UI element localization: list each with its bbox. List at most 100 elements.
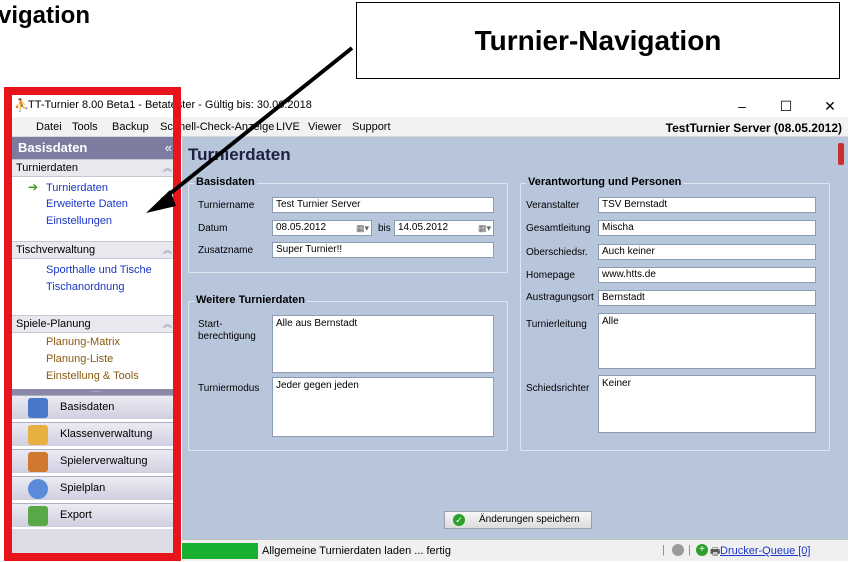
- nav-button-basisdaten[interactable]: Basisdaten: [12, 395, 180, 419]
- players-icon: [28, 452, 48, 472]
- gesamtleitung-label: Gesamtleitung: [526, 223, 591, 234]
- sidebar-item-erweiterte-daten[interactable]: Erweiterte Daten: [46, 198, 128, 210]
- save-changes-button[interactable]: ✓ Änderungen speichern: [444, 511, 592, 529]
- printer-icon: 🖶: [710, 546, 721, 558]
- window-title: TT-Turnier 8.00 Beta1 - Betatester - Gül…: [28, 99, 312, 111]
- close-button[interactable]: ✕: [812, 95, 848, 117]
- sidebar-header: Basisdaten «: [12, 137, 180, 159]
- schiedsrichter-label: Schiedsrichter: [526, 383, 590, 394]
- scroll-marker: [838, 143, 844, 165]
- sidebar-item-planung-liste[interactable]: Planung-Liste: [46, 353, 113, 365]
- menu-support[interactable]: Support: [352, 121, 391, 133]
- oberschiedsr-input[interactable]: Auch keiner: [598, 244, 816, 260]
- status-disc-icon: [672, 544, 684, 556]
- group-tischverwaltung-label: Tischverwaltung: [16, 244, 96, 256]
- page-title: Turnierdaten: [188, 145, 291, 164]
- group-verantwortung-title: Verantwortung und Personen: [526, 176, 684, 188]
- status-bar: Allgemeine Turnierdaten laden ... fertig…: [182, 539, 848, 561]
- nav-button-spielerverwaltung-label: Spielerverwaltung: [60, 455, 148, 467]
- veranstalter-label: Veranstalter: [526, 200, 580, 211]
- turnierleitung-label: Turnierleitung: [526, 319, 587, 330]
- zusatzname-input[interactable]: Super Turnier!!: [272, 242, 494, 258]
- bis-label: bis: [378, 223, 391, 234]
- nav-button-export-label: Export: [60, 509, 92, 521]
- austragungsort-label: Austragungsort: [526, 292, 594, 303]
- progress-fill: [182, 543, 258, 559]
- check-icon: ✓: [453, 514, 465, 526]
- nav-button-spielplan[interactable]: Spielplan: [12, 476, 180, 500]
- datum-von-input[interactable]: 08.05.2012 ▦▾: [272, 220, 372, 236]
- app-icon: ⛹: [14, 98, 29, 112]
- zusatzname-label: Zusatzname: [198, 245, 254, 256]
- group-spiele-planung[interactable]: Spiele-Planung ︽: [12, 315, 180, 333]
- status-separator-2: |: [688, 544, 691, 556]
- clock-icon: [28, 479, 48, 499]
- menu-viewer[interactable]: Viewer: [308, 121, 341, 133]
- sidebar-item-turnierdaten[interactable]: Turnierdaten: [46, 182, 108, 194]
- status-separator: |: [662, 544, 665, 556]
- minimize-button[interactable]: –: [724, 95, 760, 117]
- turniername-input[interactable]: Test Turnier Server: [272, 197, 494, 213]
- add-icon[interactable]: +: [696, 544, 708, 556]
- austragungsort-input[interactable]: Bernstadt: [598, 290, 816, 306]
- annotation-callout-box: Turnier-Navigation: [356, 2, 840, 79]
- homepage-label: Homepage: [526, 270, 575, 281]
- server-label: TestTurnier Server (08.05.2012): [665, 121, 842, 135]
- datum-von-value: 08.05.2012: [276, 222, 327, 233]
- datum-bis-value: 14.05.2012: [398, 222, 449, 233]
- status-text: Allgemeine Turnierdaten laden ... fertig: [262, 545, 451, 557]
- group-weitere-title: Weitere Turnierdaten: [194, 294, 308, 306]
- menu-datei[interactable]: Datei: [36, 121, 62, 133]
- nav-button-klassenverwaltung-label: Klassenverwaltung: [60, 428, 153, 440]
- gesamtleitung-input[interactable]: Mischa: [598, 220, 816, 236]
- export-icon: [28, 506, 48, 526]
- sidebar-item-planung-matrix[interactable]: Planung-Matrix: [46, 336, 120, 348]
- menu-live[interactable]: LIVE: [276, 121, 300, 133]
- sidebar-item-einstellungen[interactable]: Einstellungen: [46, 215, 112, 227]
- chevron-up-icon[interactable]: ︽: [163, 317, 172, 330]
- group-turnierdaten-label: Turnierdaten: [16, 162, 78, 174]
- startberechtigung-label-1: Start-: [198, 319, 223, 330]
- sidebar-footer: [12, 529, 180, 561]
- turniermodus-textarea[interactable]: Jeder gegen jeden: [272, 377, 494, 437]
- group-turnierdaten[interactable]: Turnierdaten ︽: [12, 159, 180, 177]
- main-panel: Turnierdaten Basisdaten Turniername Test…: [182, 137, 848, 539]
- menu-tools[interactable]: Tools: [72, 121, 98, 133]
- group-spiele-planung-label: Spiele-Planung: [16, 318, 91, 330]
- menu-bar: Datei Tools Backup Schnell-Check-Anzeige…: [12, 117, 848, 137]
- menu-schnell-check[interactable]: Schnell-Check-Anzeige: [160, 121, 274, 133]
- sidebar-header-label: Basisdaten: [18, 140, 88, 155]
- group-tischverwaltung[interactable]: Tischverwaltung ︽: [12, 241, 180, 259]
- schiedsrichter-textarea[interactable]: Keiner: [598, 375, 816, 433]
- annotation-heading-fragment: vigation: [0, 2, 91, 29]
- turniername-label: Turniername: [198, 200, 255, 211]
- collapse-sidebar-icon[interactable]: «: [165, 140, 172, 155]
- chevron-up-icon[interactable]: ︽: [163, 243, 172, 256]
- sidebar-item-einstellung-tools[interactable]: Einstellung & Tools: [46, 370, 139, 382]
- veranstalter-input[interactable]: TSV Bernstadt: [598, 197, 816, 213]
- sidebar-item-tischanordnung[interactable]: Tischanordnung: [46, 281, 124, 293]
- chevron-up-icon[interactable]: ︽: [163, 161, 172, 174]
- nav-button-klassenverwaltung[interactable]: Klassenverwaltung: [12, 422, 180, 446]
- datum-bis-input[interactable]: 14.05.2012 ▦▾: [394, 220, 494, 236]
- maximize-button[interactable]: ☐: [768, 95, 804, 117]
- nav-button-basisdaten-label: Basisdaten: [60, 401, 115, 413]
- calendar-dropdown-icon[interactable]: ▦▾: [356, 222, 369, 234]
- selected-arrow-icon: ➔: [28, 180, 39, 194]
- oberschiedsr-label: Oberschiedsr.: [526, 247, 588, 258]
- datum-label: Datum: [198, 223, 228, 234]
- turniermodus-label: Turniermodus: [198, 383, 260, 394]
- sidebar: Basisdaten « Turnierdaten ︽ ➔ Turnierdat…: [12, 137, 180, 561]
- title-bar: ⛹ TT-Turnier 8.00 Beta1 - Betatester - G…: [12, 95, 848, 117]
- nav-button-spielplan-label: Spielplan: [60, 482, 106, 494]
- nav-button-export[interactable]: Export: [12, 503, 180, 527]
- sidebar-item-sporthalle[interactable]: Sporthalle und Tische: [46, 264, 152, 276]
- turnierleitung-textarea[interactable]: Alle: [598, 313, 816, 369]
- calendar-dropdown-icon[interactable]: ▦▾: [478, 222, 491, 234]
- printer-queue-link[interactable]: Drucker-Queue [0]: [720, 545, 810, 557]
- progress-bar: [182, 543, 258, 559]
- nav-button-spielerverwaltung[interactable]: Spielerverwaltung: [12, 449, 180, 473]
- homepage-input[interactable]: www.htts.de: [598, 267, 816, 283]
- startberechtigung-textarea[interactable]: Alle aus Bernstadt: [272, 315, 494, 373]
- menu-backup[interactable]: Backup: [112, 121, 149, 133]
